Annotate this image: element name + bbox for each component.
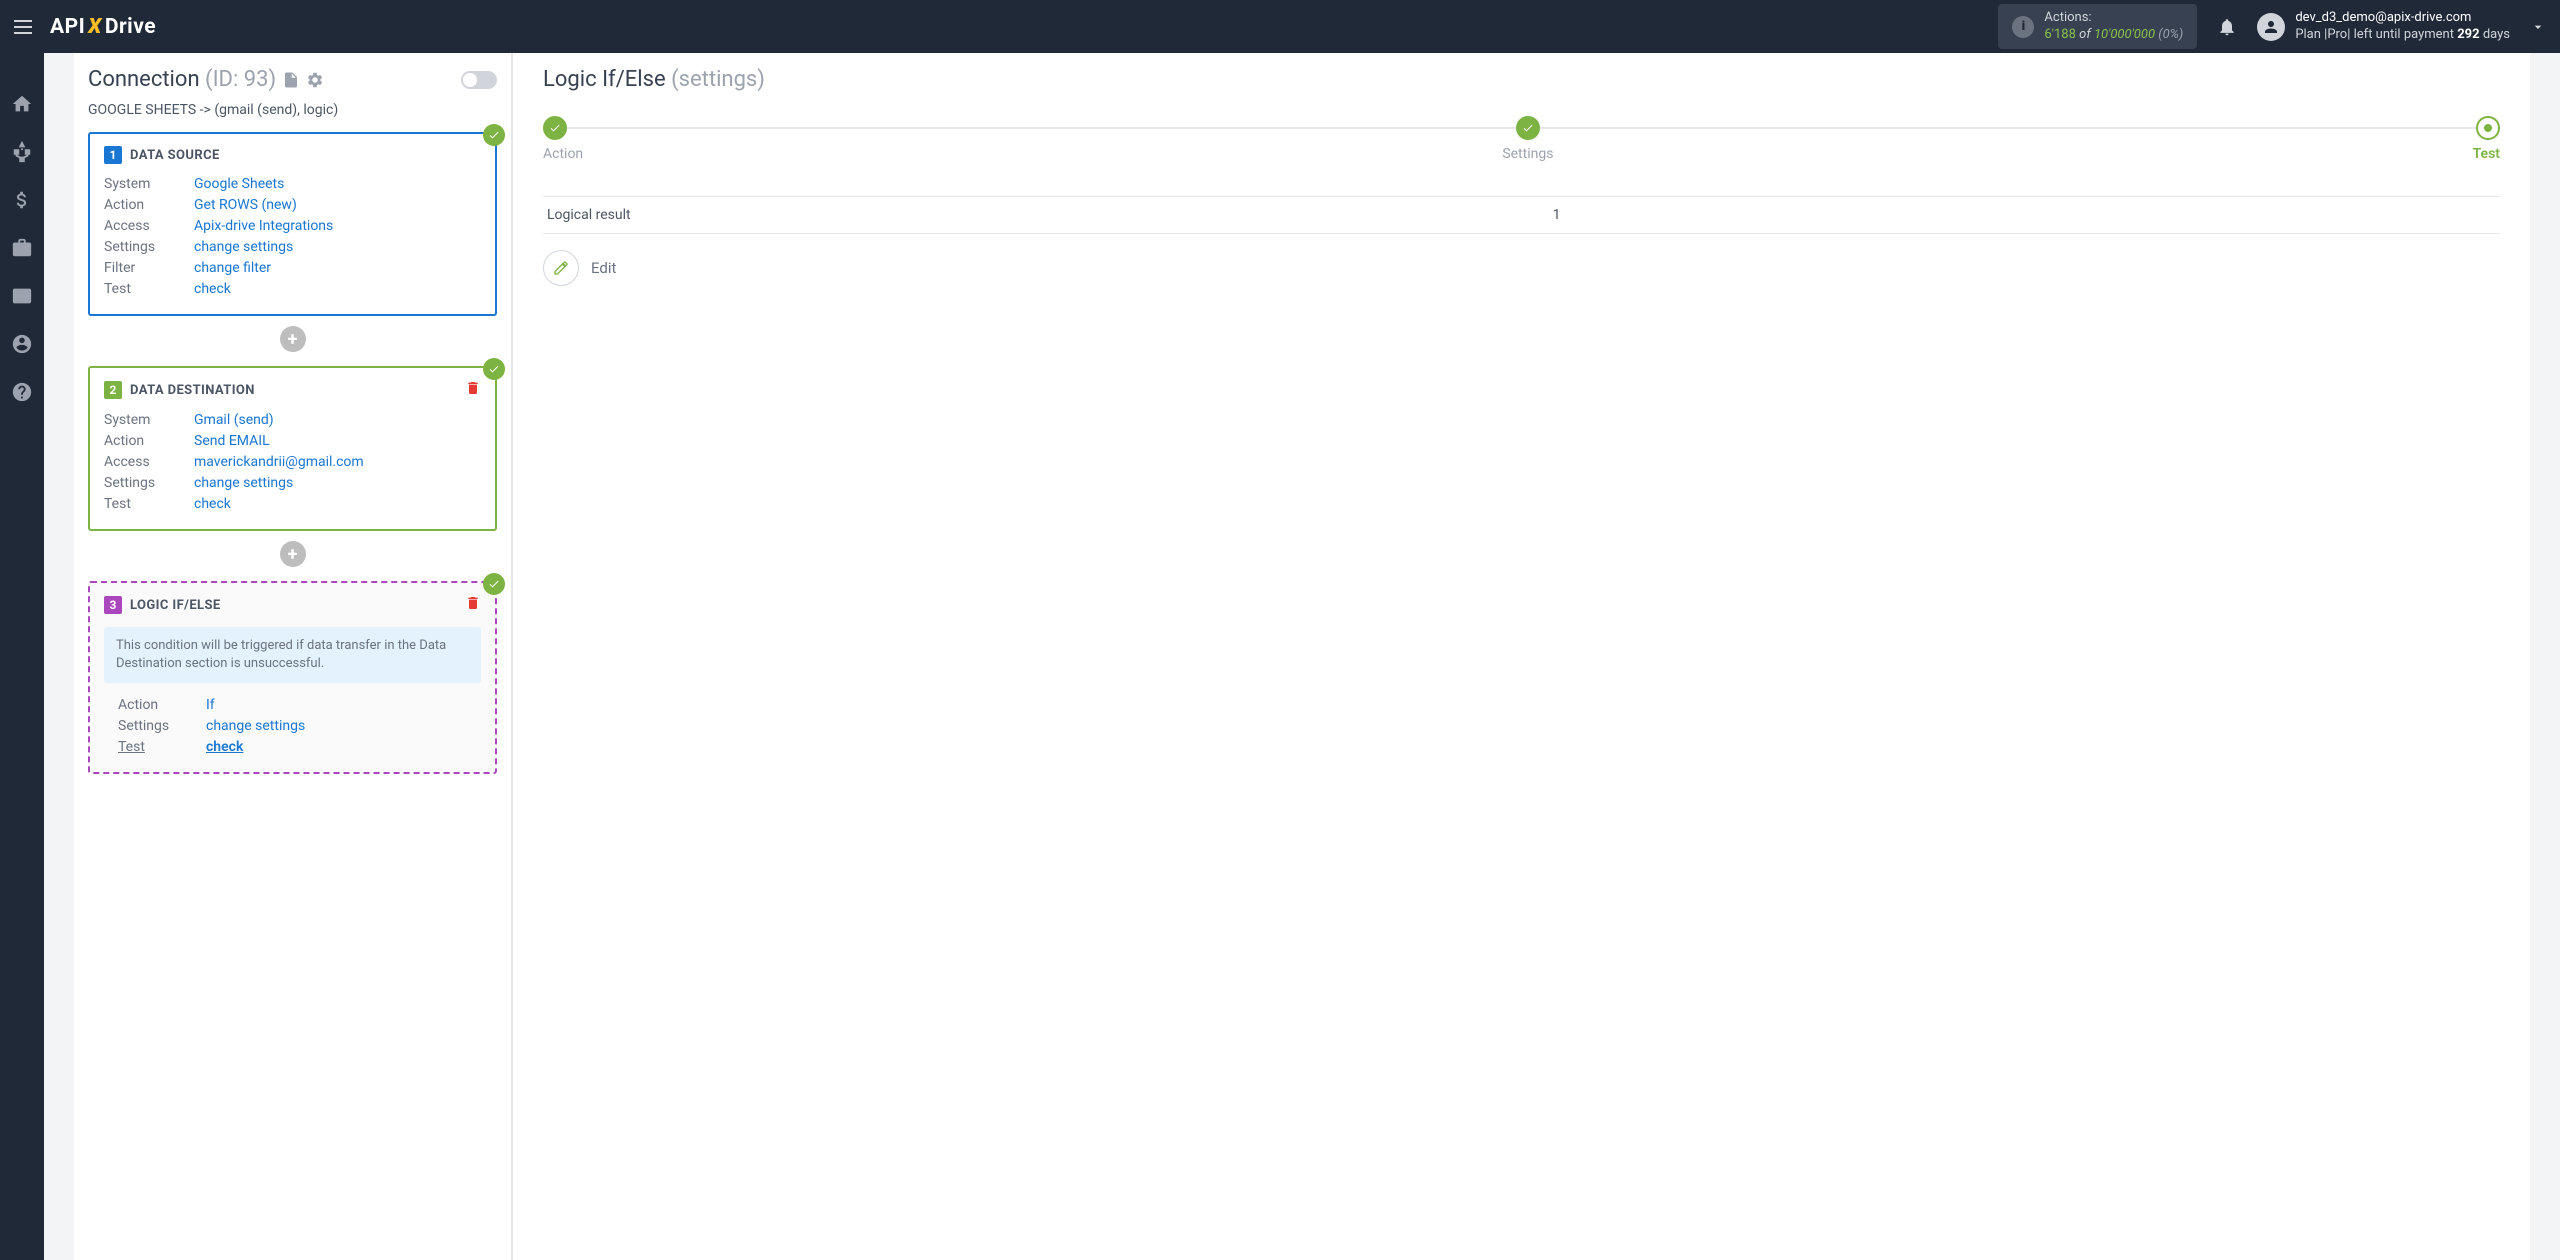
nav-connections-icon[interactable] bbox=[11, 141, 33, 163]
dest-action[interactable]: Send EMAIL bbox=[194, 433, 270, 449]
label-system: System bbox=[104, 412, 194, 428]
label-access: Access bbox=[104, 454, 194, 470]
source-action[interactable]: Get ROWS (new) bbox=[194, 197, 297, 213]
connection-panel: Connection (ID: 93) GOOGLE SHEETS -> (gm… bbox=[74, 53, 512, 1260]
delete-icon[interactable] bbox=[465, 595, 481, 615]
card-number: 1 bbox=[104, 146, 122, 164]
label-action: Action bbox=[104, 433, 194, 449]
source-filter-link[interactable]: change filter bbox=[194, 260, 271, 276]
avatar-icon bbox=[2257, 13, 2285, 41]
chevron-down-icon bbox=[2530, 19, 2546, 35]
document-icon[interactable] bbox=[282, 71, 300, 89]
brand-x: X bbox=[87, 15, 103, 39]
user-email: dev_d3_demo@apix-drive.com bbox=[2295, 10, 2510, 27]
settings-panel: Logic If/Else (settings) Action Settings… bbox=[512, 53, 2530, 1260]
card-title: LOGIC IF/ELSE bbox=[130, 598, 221, 613]
logic-test-link[interactable]: check bbox=[206, 739, 243, 755]
dest-settings-link[interactable]: change settings bbox=[194, 475, 293, 491]
notifications-icon[interactable] bbox=[2217, 17, 2237, 37]
card-number: 2 bbox=[104, 381, 122, 399]
step-test-dot[interactable] bbox=[2476, 116, 2500, 140]
result-value: 1 bbox=[1553, 207, 1561, 223]
user-plan: Plan |Pro| left until payment 292 days bbox=[2295, 27, 2510, 44]
logic-settings-link[interactable]: change settings bbox=[206, 718, 305, 734]
label-test: Test bbox=[104, 281, 194, 297]
edit-label: Edit bbox=[591, 259, 616, 277]
logic-info: This condition will be triggered if data… bbox=[104, 627, 481, 683]
actions-of: of bbox=[2079, 27, 2091, 42]
label-system: System bbox=[104, 176, 194, 192]
nav-account-icon[interactable] bbox=[11, 333, 33, 355]
data-destination-card: 2 DATA DESTINATION SystemGmail (send) Ac… bbox=[88, 366, 497, 531]
nav-briefcase-icon[interactable] bbox=[11, 237, 33, 259]
connection-title: Connection (ID: 93) bbox=[88, 67, 276, 92]
source-settings-link[interactable]: change settings bbox=[194, 239, 293, 255]
info-icon: i bbox=[2012, 16, 2034, 38]
edit-button[interactable] bbox=[543, 250, 579, 286]
connection-subtitle: GOOGLE SHEETS -> (gmail (send), logic) bbox=[88, 102, 497, 118]
dest-system[interactable]: Gmail (send) bbox=[194, 412, 274, 428]
step-action-dot[interactable] bbox=[543, 116, 567, 140]
actions-used: 6'188 bbox=[2044, 27, 2076, 42]
label-action: Action bbox=[118, 697, 206, 713]
card-number: 3 bbox=[104, 596, 122, 614]
add-step-button[interactable]: + bbox=[280, 541, 306, 567]
source-test-link[interactable]: check bbox=[194, 281, 231, 297]
label-filter: Filter bbox=[104, 260, 194, 276]
connection-toggle[interactable] bbox=[461, 71, 497, 89]
data-source-card: 1 DATA SOURCE SystemGoogle Sheets Action… bbox=[88, 132, 497, 316]
gear-icon[interactable] bbox=[306, 71, 324, 89]
label-access: Access bbox=[104, 218, 194, 234]
source-system[interactable]: Google Sheets bbox=[194, 176, 284, 192]
logic-card: 3 LOGIC IF/ELSE This condition will be t… bbox=[88, 581, 497, 774]
nav-home-icon[interactable] bbox=[11, 93, 33, 115]
panel-title: Logic If/Else (settings) bbox=[543, 67, 2500, 92]
label-settings: Settings bbox=[118, 718, 206, 734]
step-progress: Action Settings Test bbox=[543, 116, 2500, 162]
label-settings: Settings bbox=[104, 475, 194, 491]
brand-pre: API bbox=[50, 15, 85, 39]
nav-help-icon[interactable] bbox=[11, 381, 33, 403]
result-row: Logical result 1 bbox=[543, 196, 2500, 234]
dest-access[interactable]: maverickandrii@gmail.com bbox=[194, 454, 364, 470]
label-action: Action bbox=[104, 197, 194, 213]
actions-pct: (0%) bbox=[2158, 27, 2183, 42]
actions-max: 10'000'000 bbox=[2094, 27, 2155, 42]
actions-counter[interactable]: i Actions: 6'188 of 10'000'000 (0%) bbox=[1998, 4, 2197, 50]
actions-label: Actions: bbox=[2044, 10, 2183, 27]
label-test: Test bbox=[118, 739, 206, 755]
step-action-label: Action bbox=[543, 146, 583, 162]
label-settings: Settings bbox=[104, 239, 194, 255]
logic-action[interactable]: If bbox=[206, 697, 215, 713]
source-access[interactable]: Apix-drive Integrations bbox=[194, 218, 333, 234]
user-menu[interactable]: dev_d3_demo@apix-drive.com Plan |Pro| le… bbox=[2257, 10, 2546, 44]
dest-test-link[interactable]: check bbox=[194, 496, 231, 512]
side-nav bbox=[0, 53, 44, 1260]
nav-billing-icon[interactable] bbox=[11, 189, 33, 211]
card-title: DATA DESTINATION bbox=[130, 383, 255, 398]
result-label: Logical result bbox=[547, 207, 631, 223]
brand-post: Drive bbox=[105, 15, 156, 39]
nav-video-icon[interactable] bbox=[11, 285, 33, 307]
check-icon bbox=[483, 358, 505, 380]
step-settings-label: Settings bbox=[1502, 146, 1553, 162]
brand-logo: APIXDrive bbox=[50, 15, 156, 39]
step-settings-dot[interactable] bbox=[1516, 116, 1540, 140]
add-step-button[interactable]: + bbox=[280, 326, 306, 352]
menu-toggle[interactable] bbox=[14, 15, 38, 39]
delete-icon[interactable] bbox=[465, 380, 481, 400]
label-test: Test bbox=[104, 496, 194, 512]
check-icon bbox=[483, 124, 505, 146]
check-icon bbox=[483, 573, 505, 595]
step-test-label: Test bbox=[2473, 146, 2500, 162]
card-title: DATA SOURCE bbox=[130, 148, 220, 163]
